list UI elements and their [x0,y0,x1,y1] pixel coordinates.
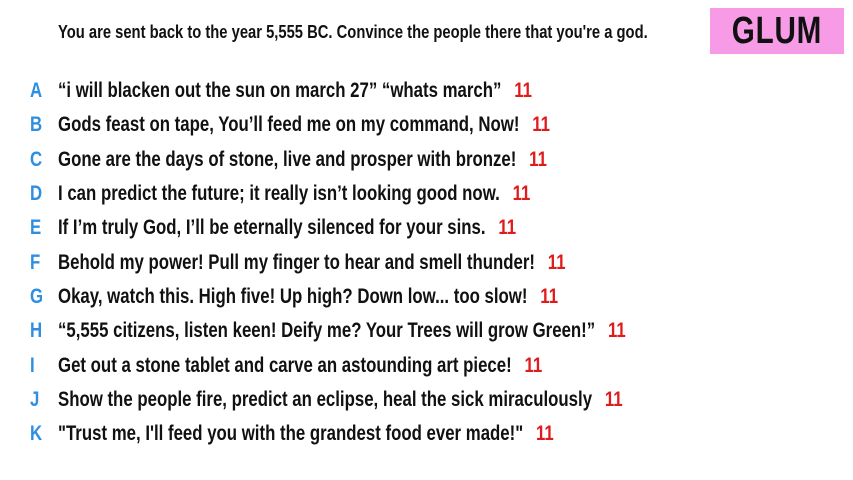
answer-row-c: C Gone are the days of stone, live and p… [0,143,853,177]
answer-text: Show the people fire, predict an eclipse… [58,387,593,411]
answer-score: 11 [604,387,623,411]
answer-score: 11 [512,182,531,206]
answer-letter: D [30,182,43,206]
answer-score: 11 [514,79,532,103]
answer-content: Show the people fire, predict an eclipse… [58,388,623,412]
answer-content: Behold my power! Pull my finger to hear … [58,251,566,275]
answer-letter: I [30,353,35,377]
answer-content: Gone are the days of stone, live and pro… [58,148,547,172]
answer-score: 11 [498,216,517,240]
glum-badge: GLUM [710,8,844,54]
answer-row-j: J Show the people fire, predict an eclip… [0,383,853,417]
answer-score: 11 [547,250,566,274]
answer-row-i: I Get out a stone tablet and carve an as… [0,348,853,382]
answer-text: Gods feast on tape, You’ll feed me on my… [58,113,520,137]
answer-text: Gone are the days of stone, live and pro… [58,147,517,171]
answer-letter: B [30,113,43,137]
answer-content: I can predict the future; it really isn’… [58,182,530,206]
answer-row-h: H “5,555 citizens, listen keen! Deify me… [0,314,853,348]
answer-text: Get out a stone tablet and carve an asto… [58,353,512,377]
answer-content: Gods feast on tape, You’ll feed me on my… [58,113,550,137]
answer-text: I can predict the future; it really isn’… [58,182,500,206]
answer-row-a: A “i will blacken out the sun on march 2… [0,74,853,108]
answer-letter: K [30,422,43,446]
answer-letter: G [30,284,44,308]
answer-score: 11 [540,284,559,308]
badge-label: GLUM [731,10,823,52]
answer-content: Okay, watch this. High five! Up high? Do… [58,285,558,309]
answer-row-b: B Gods feast on tape, You’ll feed me on … [0,108,853,142]
answer-letter: E [30,216,42,240]
answer-row-g: G Okay, watch this. High five! Up high? … [0,280,853,314]
answer-text: Okay, watch this. High five! Up high? Do… [58,284,528,308]
answer-letter: A [30,79,43,103]
answer-score: 11 [536,422,554,446]
answer-content: Get out a stone tablet and carve an asto… [58,354,542,378]
answer-row-d: D I can predict the future; it really is… [0,177,853,211]
answer-score: 11 [529,147,547,171]
answer-score: 11 [607,319,626,343]
answer-letter: C [30,147,43,171]
answer-text: “5,555 citizens, listen keen! Deify me? … [58,319,596,343]
answer-letter: H [30,319,43,343]
answer-text: “i will blacken out the sun on march 27”… [58,79,502,103]
answer-text: "Trust me, I'll feed you with the grande… [58,422,524,446]
answer-text: If I’m truly God, I’ll be eternally sile… [58,216,486,240]
answer-content: "Trust me, I'll feed you with the grande… [58,422,554,446]
answer-row-k: K "Trust me, I'll feed you with the gran… [0,417,853,451]
answer-list: A “i will blacken out the sun on march 2… [0,74,853,451]
answer-score: 11 [532,113,551,137]
answer-row-f: F Behold my power! Pull my finger to hea… [0,245,853,279]
answer-content: If I’m truly God, I’ll be eternally sile… [58,216,516,240]
answer-text: Behold my power! Pull my finger to hear … [58,250,535,274]
answer-content: “i will blacken out the sun on march 27”… [58,79,532,103]
question-prompt: You are sent back to the year 5,555 BC. … [58,22,648,42]
answer-letter: J [30,387,40,411]
answer-score: 11 [524,353,543,377]
answer-row-e: E If I’m truly God, I’ll be eternally si… [0,211,853,245]
answer-letter: F [30,250,41,274]
answer-content: “5,555 citizens, listen keen! Deify me? … [58,319,626,343]
